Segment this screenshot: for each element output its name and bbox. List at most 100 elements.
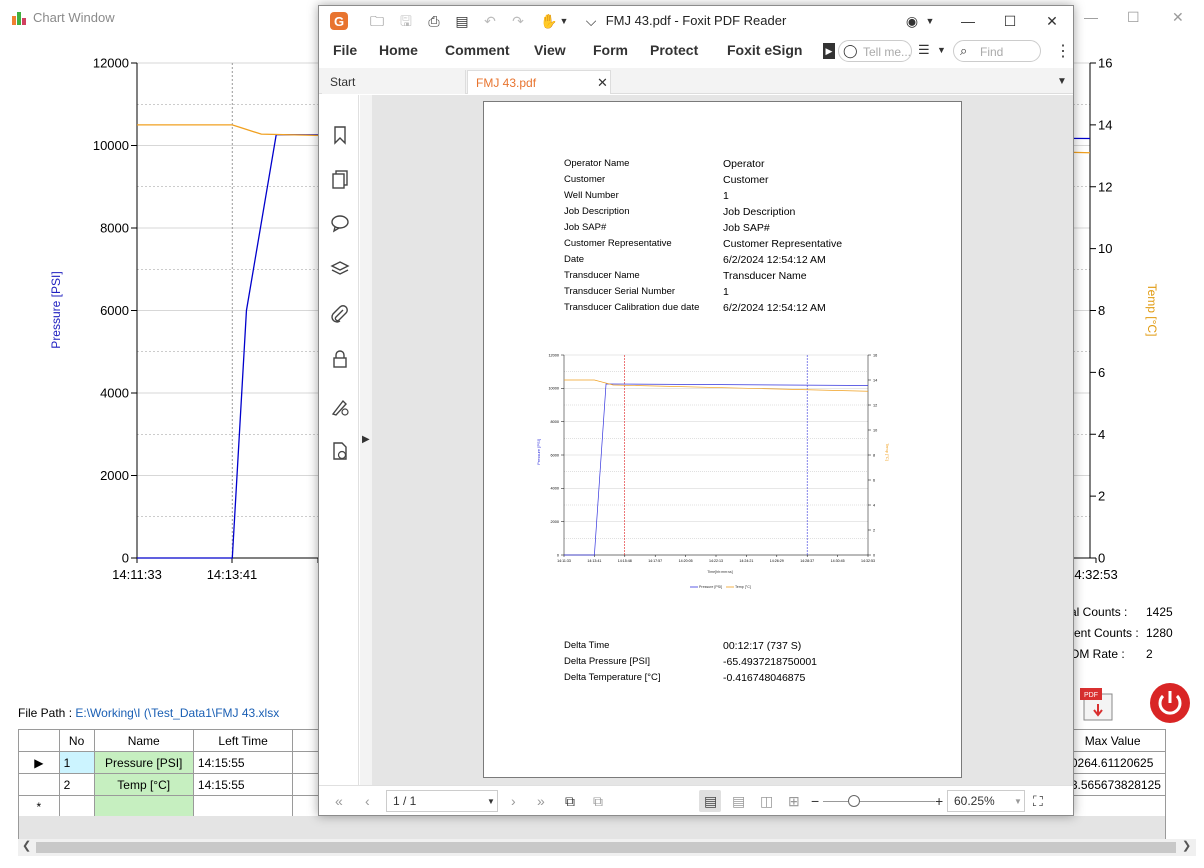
close-icon[interactable]: ✕ <box>1044 13 1060 29</box>
reflow-icon[interactable]: ⧉ <box>593 793 603 810</box>
y2-tick-label: 0 <box>873 553 875 557</box>
cell-no[interactable]: 2 <box>58 773 95 796</box>
signature-icon[interactable] <box>330 397 350 417</box>
page-dropdown-icon[interactable]: ▼ <box>487 797 495 806</box>
field-label: Customer Representative <box>564 238 672 249</box>
maximize-icon[interactable]: ☐ <box>1127 9 1140 26</box>
document-info-icon[interactable] <box>330 441 350 461</box>
last-page-icon[interactable]: » <box>537 793 545 809</box>
power-button[interactable] <box>1149 682 1191 724</box>
layers-icon[interactable] <box>330 259 350 279</box>
page-number-input[interactable]: 1 / 1 ▼ <box>386 790 498 812</box>
cell-no[interactable]: 1 <box>58 751 95 774</box>
single-page-icon[interactable]: ▤ <box>704 793 717 810</box>
scroll-right-icon[interactable]: ❯ <box>1182 839 1191 852</box>
minimize-icon[interactable]: — <box>1084 9 1098 25</box>
security-lock-icon[interactable] <box>330 349 350 369</box>
horizontal-scrollbar[interactable]: ❮ ❯ <box>18 839 1196 856</box>
zoom-in-icon[interactable]: + <box>935 793 943 809</box>
first-page-icon[interactable]: « <box>335 793 343 809</box>
zoom-slider-track[interactable] <box>823 801 935 802</box>
close-icon[interactable]: ✕ <box>1172 9 1184 26</box>
search-options-dropdown-icon[interactable]: ▼ <box>937 45 946 55</box>
comments-icon[interactable] <box>330 213 350 233</box>
report-chart-y-ticks: 0 2000 4000 6000 8000 10000 12000 <box>548 353 564 557</box>
y-tick-label: 6000 <box>100 303 129 318</box>
continuous-facing-icon[interactable]: ⊞ <box>788 793 800 810</box>
zoom-slider-handle[interactable] <box>848 795 860 807</box>
facing-icon[interactable]: ◫ <box>760 793 773 810</box>
file-path-value[interactable]: E:\Working\I (\Test_Data1\FMJ 43.xlsx <box>75 706 279 720</box>
tell-me-box[interactable]: ◯ Tell me... <box>838 40 912 62</box>
account-icon[interactable]: ◉ <box>904 13 920 29</box>
expand-sidebar-icon[interactable]: ▶ <box>362 434 370 445</box>
cell-max-value[interactable]: 10264.61120625 <box>1059 751 1166 774</box>
field-label: Operator Name <box>564 158 630 169</box>
cell-left-time[interactable]: 14:15:55 <box>192 751 294 774</box>
y-tick-label: 0 <box>122 551 129 566</box>
find-box[interactable]: ⌕ Find <box>953 40 1041 62</box>
y2-tick-label: 16 <box>1098 56 1112 71</box>
ribbon-menu: File Home Comment View Form Protect Foxi… <box>319 36 1073 66</box>
row-selector[interactable] <box>18 773 60 796</box>
pages-thumbnail-icon[interactable] <box>330 169 350 189</box>
scrollbar-thumb[interactable] <box>36 842 1176 853</box>
tab-start[interactable]: Start <box>322 70 466 94</box>
copy-page-icon[interactable]: ⧉ <box>565 793 575 810</box>
menu-form[interactable]: Form <box>593 42 628 58</box>
y2-tick-label: 14 <box>873 378 877 382</box>
continuous-icon[interactable]: ▤ <box>732 793 745 810</box>
scroll-left-icon[interactable]: ❮ <box>22 839 31 852</box>
report-chart-series <box>564 379 869 556</box>
zoom-input[interactable]: 60.25% ▼ <box>947 790 1025 812</box>
field-label: Transducer Calibration due date <box>564 302 700 313</box>
attachment-icon[interactable] <box>330 305 350 325</box>
menu-view[interactable]: View <box>534 42 566 58</box>
cell-name[interactable] <box>93 795 194 818</box>
x-tick-label: 14:15:48 <box>618 559 632 563</box>
row-header-cell <box>18 729 60 752</box>
menu-file[interactable]: File <box>333 42 357 58</box>
more-options-icon[interactable]: ⋮ <box>1055 41 1071 61</box>
cell-left-time[interactable]: 14:15:55 <box>192 773 294 796</box>
col-header-left-time[interactable]: Left Time <box>192 729 294 752</box>
cell-max-value[interactable] <box>1059 795 1166 818</box>
sidebar-toggle[interactable]: ▶ <box>360 95 372 785</box>
menu-protect[interactable]: Protect <box>650 42 698 58</box>
zoom-out-icon[interactable]: − <box>811 793 819 809</box>
menu-foxit-esign[interactable]: Foxit eSign <box>727 42 802 58</box>
field-value: 6/2/2024 12:54:12 AM <box>723 302 826 314</box>
export-pdf-button[interactable]: PDF <box>1078 686 1118 722</box>
cell-no[interactable] <box>58 795 95 818</box>
fullscreen-icon[interactable]: ⛶ <box>1033 793 1043 810</box>
col-header-name[interactable]: Name <box>93 729 194 752</box>
document-viewer[interactable]: Operator Name Operator Customer Customer… <box>372 95 1073 785</box>
tab-document[interactable]: FMJ 43.pdf <box>467 70 611 94</box>
cell-name[interactable]: Temp [°C] <box>93 773 194 796</box>
col-header-no[interactable]: No <box>58 729 95 752</box>
zoom-dropdown-icon[interactable]: ▼ <box>1014 797 1022 806</box>
search-options-icon[interactable]: ☰ <box>918 42 930 58</box>
y2-tick-label: 4 <box>873 503 875 507</box>
close-tab-icon[interactable]: ✕ <box>597 75 608 91</box>
cell-max-value[interactable]: 13.565673828125 <box>1059 773 1166 796</box>
menu-comment[interactable]: Comment <box>445 42 510 58</box>
bookmark-icon[interactable] <box>330 125 350 145</box>
ribbon-more-icon[interactable]: ▶ <box>823 43 835 59</box>
maximize-icon[interactable]: ☐ <box>1002 13 1018 29</box>
tab-list-dropdown-icon[interactable]: ▼ <box>1057 76 1067 87</box>
col-header-max-value[interactable]: Max Value <box>1059 729 1166 752</box>
field-value: Job SAP# <box>723 222 770 234</box>
row-selector-icon[interactable]: ▶ <box>18 751 60 774</box>
previous-page-icon[interactable]: ‹ <box>365 793 370 809</box>
lightbulb-icon: ◯ <box>843 43 858 58</box>
pdf-page: Operator Name Operator Customer Customer… <box>483 101 962 778</box>
cell-name[interactable]: Pressure [PSI] <box>93 751 194 774</box>
cell-left-time[interactable] <box>192 795 294 818</box>
next-page-icon[interactable]: › <box>511 793 516 809</box>
minimize-icon[interactable]: — <box>960 13 976 29</box>
field-value: Customer Representative <box>723 238 843 250</box>
menu-home[interactable]: Home <box>379 42 418 58</box>
account-dropdown-icon[interactable]: ▼ <box>922 13 938 29</box>
x-tick-label: 14:17:57 <box>648 559 662 563</box>
